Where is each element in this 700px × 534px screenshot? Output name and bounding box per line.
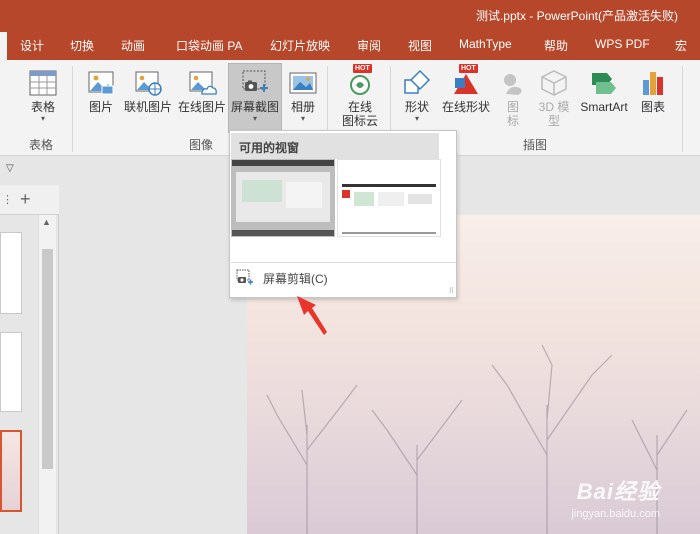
album-button[interactable]: 相册 ▾ [286, 68, 320, 124]
icons-label-1: 图 [506, 100, 519, 114]
online-picture-icon [133, 68, 163, 98]
screen-clipping-icon [236, 269, 254, 290]
window-thumbnail[interactable] [337, 159, 441, 237]
icons-label-2: 标 [506, 114, 519, 128]
tab-macro[interactable]: 宏 [675, 37, 687, 54]
resize-grip-icon[interactable]: ⠿ [449, 287, 454, 295]
chevron-down-icon: ▾ [40, 114, 45, 123]
chevron-down-icon: ▾ [300, 114, 305, 123]
tab-design[interactable]: 设计 [20, 37, 44, 54]
online-icons-label-1: 在线 [347, 100, 372, 114]
online-pics-label: 在线图片 [177, 100, 226, 114]
icons-button[interactable]: 图 标 [498, 68, 528, 128]
tab-help[interactable]: 帮助 [544, 37, 568, 54]
cloud-picture-icon [187, 68, 217, 98]
online-pics-button[interactable]: 在线图片 [176, 68, 228, 114]
watermark-url: jingyan.baidu.com [571, 508, 660, 520]
tab-review[interactable]: 审阅 [357, 37, 381, 54]
window-thumbnail[interactable] [231, 159, 335, 237]
tab-animations[interactable]: 动画 [121, 37, 145, 54]
table-icon [28, 68, 58, 98]
screenshot-icon [240, 68, 270, 98]
scroll-up-icon[interactable]: ▲ [42, 217, 51, 227]
more-icon[interactable]: ⋮ [2, 193, 13, 206]
group-label-tables: 表格 [29, 138, 54, 152]
online-shapes-icon: HOT [451, 64, 481, 98]
pane-header: ⋮ + [0, 185, 59, 215]
icons-icon [498, 68, 528, 98]
slide-thumbnail[interactable] [0, 332, 22, 412]
table-label: 表格 [30, 100, 55, 114]
red-arrow-annotation [297, 296, 327, 335]
group-label-illustrations: 插图 [523, 138, 548, 152]
group-divider [682, 66, 683, 152]
ribbon-tabs: 设计 切换 动画 口袋动画 PA 幻灯片放映 审阅 视图 MathType 帮助… [0, 30, 700, 60]
album-label: 相册 [290, 100, 315, 114]
shapes-button[interactable]: 形状 ▾ [400, 68, 434, 124]
group-label-images: 图像 [189, 138, 214, 152]
available-windows-header: 可用的视窗 [231, 133, 439, 159]
screenshot-dropdown: 可用的视窗 屏幕剪辑(C) ⠿ [229, 130, 457, 298]
tab-wps-pdf[interactable]: WPS PDF [595, 37, 650, 51]
tab-mathtype[interactable]: MathType [459, 37, 512, 51]
online-shapes-button[interactable]: HOT 在线形状 [440, 64, 492, 114]
slide-thumbnail[interactable] [0, 232, 22, 314]
table-button[interactable]: 表格 ▾ [22, 68, 64, 124]
thumbnail-scrollbar[interactable]: ▲ [38, 215, 56, 534]
cube-icon [539, 68, 569, 98]
bar-chart-icon [638, 68, 668, 98]
slide-thumbnail-selected[interactable] [0, 430, 22, 512]
screen-clipping-menu-item[interactable]: 屏幕剪辑(C) [231, 265, 456, 291]
online-icons-label-2: 图标云 [341, 114, 378, 128]
chart-button[interactable]: 图表 [636, 68, 670, 114]
screenshot-button[interactable]: 屏幕截图 ▾ [228, 63, 282, 133]
chevron-down-icon[interactable]: ▽ [6, 163, 14, 174]
hot-badge: HOT [459, 64, 478, 73]
watermark-logo: Bai经验 [576, 479, 660, 504]
chevron-down-icon: ▾ [414, 114, 419, 123]
title-bar: 测试.pptx - PowerPoint(产品激活失败) [0, 0, 700, 30]
group-divider [72, 66, 73, 152]
add-icon[interactable]: + [20, 189, 31, 210]
3d-model-label-2: 型 [547, 114, 560, 128]
menu-divider [231, 262, 456, 263]
smartart-icon [589, 68, 619, 98]
watermark: Bai经验 jingyan.baidu.com [571, 474, 660, 520]
photo-album-icon [288, 68, 318, 98]
smartart-label: SmartArt [580, 100, 628, 114]
scroll-thumb[interactable] [42, 249, 53, 469]
picture-icon [86, 68, 116, 98]
tab-slideshow[interactable]: 幻灯片放映 [270, 37, 330, 54]
chart-label: 图表 [640, 100, 665, 114]
active-tab-edge [0, 32, 7, 60]
picture-label: 图片 [88, 100, 113, 114]
screenshot-label: 屏幕截图 [230, 100, 279, 114]
3d-model-label: 3D 模 [538, 100, 570, 114]
online-pictures-label: 联机图片 [123, 100, 172, 114]
shapes-icon [402, 68, 432, 98]
tab-transitions[interactable]: 切换 [70, 37, 94, 54]
shapes-label: 形状 [404, 100, 429, 114]
chevron-down-icon: ▾ [252, 114, 257, 123]
tab-view[interactable]: 视图 [408, 37, 432, 54]
hot-badge: HOT [353, 64, 372, 73]
picture-button[interactable]: 图片 [84, 68, 118, 114]
3d-model-button[interactable]: 3D 模 型 [534, 68, 574, 128]
online-pictures-button[interactable]: 联机图片 [122, 68, 174, 114]
online-icons-button[interactable]: HOT 在线 图标云 [338, 64, 382, 128]
window-title: 测试.pptx - PowerPoint(产品激活失败) [475, 9, 678, 23]
screen-clipping-label: 屏幕剪辑(C) [263, 272, 328, 286]
icon-cloud-icon: HOT [345, 64, 375, 98]
smartart-button[interactable]: SmartArt [576, 68, 632, 114]
online-shapes-label: 在线形状 [441, 100, 490, 114]
tab-pocket-animation[interactable]: 口袋动画 PA [176, 37, 242, 54]
